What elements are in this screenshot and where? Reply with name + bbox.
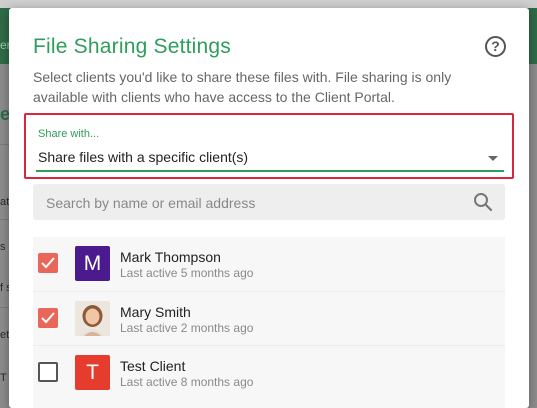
search-icon[interactable] <box>473 192 493 212</box>
person-photo-icon <box>75 301 110 336</box>
client-name: Test Client <box>120 358 186 374</box>
client-list: M Mark Thompson Last active 5 months ago <box>33 237 505 408</box>
question-circle-icon[interactable]: ? <box>485 36 506 57</box>
background-right-column <box>529 64 537 401</box>
checkmark-icon <box>41 312 55 324</box>
avatar: M <box>75 246 110 281</box>
checkmark-icon <box>41 257 55 269</box>
avatar-photo <box>75 301 110 336</box>
client-last-active: Last active 2 months ago <box>120 321 254 335</box>
client-row[interactable]: M Mark Thompson Last active 5 months ago <box>33 237 505 291</box>
client-row[interactable]: Mary Smith Last active 2 months ago <box>33 291 505 346</box>
background-fragment: T <box>0 372 7 384</box>
background-fragment: et <box>0 329 10 341</box>
client-last-active: Last active 8 months ago <box>120 375 254 389</box>
select-underline <box>36 170 504 172</box>
client-name: Mark Thompson <box>120 249 221 265</box>
share-with-select[interactable]: Share with... Share files with a specifi… <box>24 113 514 179</box>
avatar: T <box>75 355 110 390</box>
dialog-description: Select clients you'd like to share these… <box>33 69 452 105</box>
client-checkbox[interactable] <box>38 253 58 273</box>
caret-down-icon[interactable] <box>488 156 498 161</box>
client-checkbox[interactable] <box>38 308 58 328</box>
share-with-label: Share with... <box>38 128 100 140</box>
background-fragment: at <box>0 196 10 208</box>
share-with-value[interactable]: Share files with a specific client(s) <box>38 149 248 165</box>
background-topbar <box>0 0 537 8</box>
client-checkbox[interactable] <box>38 362 58 382</box>
client-name: Mary Smith <box>120 304 191 320</box>
dialog-title: File Sharing Settings <box>33 35 231 58</box>
search-placeholder: Search by name or email address <box>46 195 256 211</box>
client-last-active: Last active 5 months ago <box>120 266 254 280</box>
client-row[interactable]: T Test Client Last active 8 months ago <box>33 345 505 400</box>
background-fragment: s <box>0 241 6 253</box>
file-sharing-dialog: File Sharing Settings ? Select clients y… <box>9 8 529 408</box>
client-search-input[interactable]: Search by name or email address <box>33 184 505 220</box>
